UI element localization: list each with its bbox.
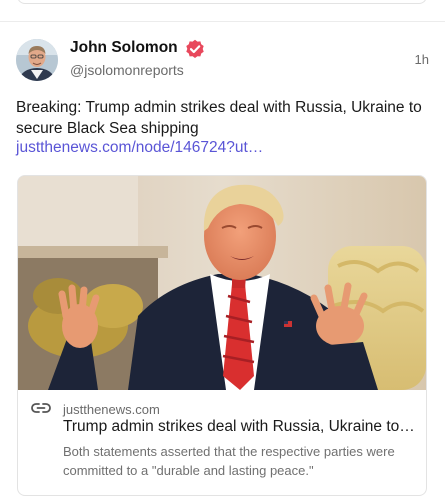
link-chain-icon <box>31 401 51 415</box>
verified-badge-icon <box>185 39 205 59</box>
post-link[interactable]: justthenews.com/node/146724?ut… <box>16 139 263 157</box>
author-handle[interactable]: @jsolomonreports <box>70 62 184 78</box>
link-card-domain: justthenews.com <box>63 402 160 417</box>
author-name[interactable]: John Solomon <box>70 39 178 57</box>
previous-post-card-edge <box>17 0 427 4</box>
link-preview-card[interactable]: justthenews.com Trump admin strikes deal… <box>17 175 427 496</box>
link-card-description: Both statements asserted that the respec… <box>63 444 395 478</box>
avatar[interactable] <box>16 39 58 81</box>
link-card-title[interactable]: Trump admin strikes deal with Russia, Uk… <box>63 418 418 436</box>
link-card-body[interactable]: justthenews.com Trump admin strikes deal… <box>18 390 426 495</box>
post-timestamp[interactable]: 1h <box>415 52 429 67</box>
article-thumbnail[interactable] <box>18 176 426 390</box>
post-text: Breaking: Trump admin strikes deal with … <box>16 99 422 137</box>
social-post[interactable]: John Solomon @jsolomonreports 1h Breakin… <box>0 22 445 500</box>
